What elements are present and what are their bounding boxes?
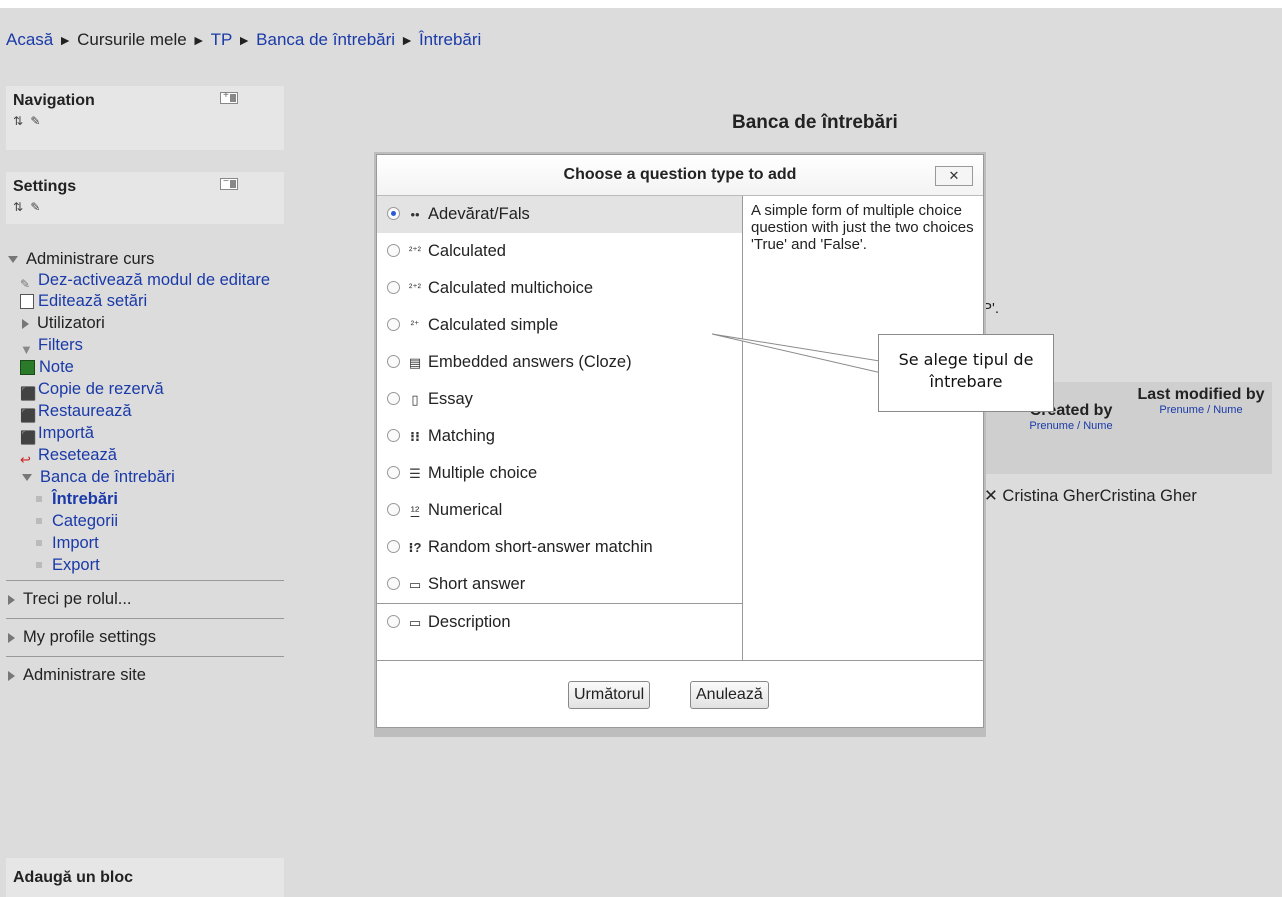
callout-annotation: Se alege tipul de întrebare (878, 334, 1054, 412)
callout-pointer (711, 333, 887, 375)
callout-line-2: întrebare (929, 372, 1003, 391)
callout-line-1: Se alege tipul de (898, 350, 1034, 369)
